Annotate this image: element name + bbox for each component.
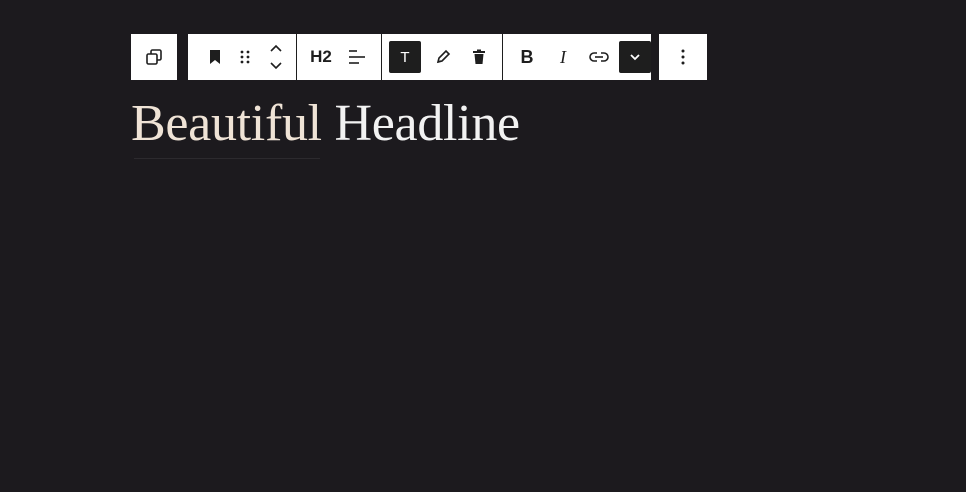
text-selection-underline [134,158,320,159]
drag-handle-icon [240,50,250,64]
block-transform-group [131,34,177,80]
edit-button[interactable] [425,39,461,75]
options-group [659,34,707,80]
headline[interactable]: Beautiful Headline [131,92,520,156]
chevron-up-icon [270,44,282,52]
headline-word-beautiful: Beautiful [131,95,322,152]
options-button[interactable] [665,39,701,75]
format-section: B I [502,34,651,80]
trash-icon [473,49,485,64]
bookmark-icon [210,50,220,64]
move-down-button[interactable] [261,57,291,75]
more-formatting-button[interactable] [619,41,651,73]
pencil-icon [436,49,451,64]
italic-button[interactable]: I [545,39,581,75]
heading-section: H2 [296,34,381,80]
block-move-section [188,34,296,80]
style-section: T [381,34,502,80]
drag-handle[interactable] [233,39,257,75]
move-buttons [261,39,291,75]
heading-level-button[interactable]: H2 [303,39,339,75]
link-button[interactable] [581,39,617,75]
text-style-icon: T [400,48,410,66]
headline-word-headline: Headline [334,95,521,152]
delete-button[interactable] [461,39,497,75]
duplicate-icon [146,49,162,65]
move-up-button[interactable] [261,39,291,57]
align-button[interactable] [339,39,375,75]
block-controls-group: H2 T B I [188,34,651,80]
bookmark-button[interactable] [197,39,233,75]
chevron-down-icon [270,62,282,70]
more-vertical-icon [681,49,685,65]
link-icon [589,52,609,62]
align-left-icon [349,50,365,64]
bold-button[interactable]: B [509,39,545,75]
chevron-down-icon [630,54,640,61]
transform-block-button[interactable] [136,39,172,75]
text-style-button[interactable]: T [389,41,421,73]
